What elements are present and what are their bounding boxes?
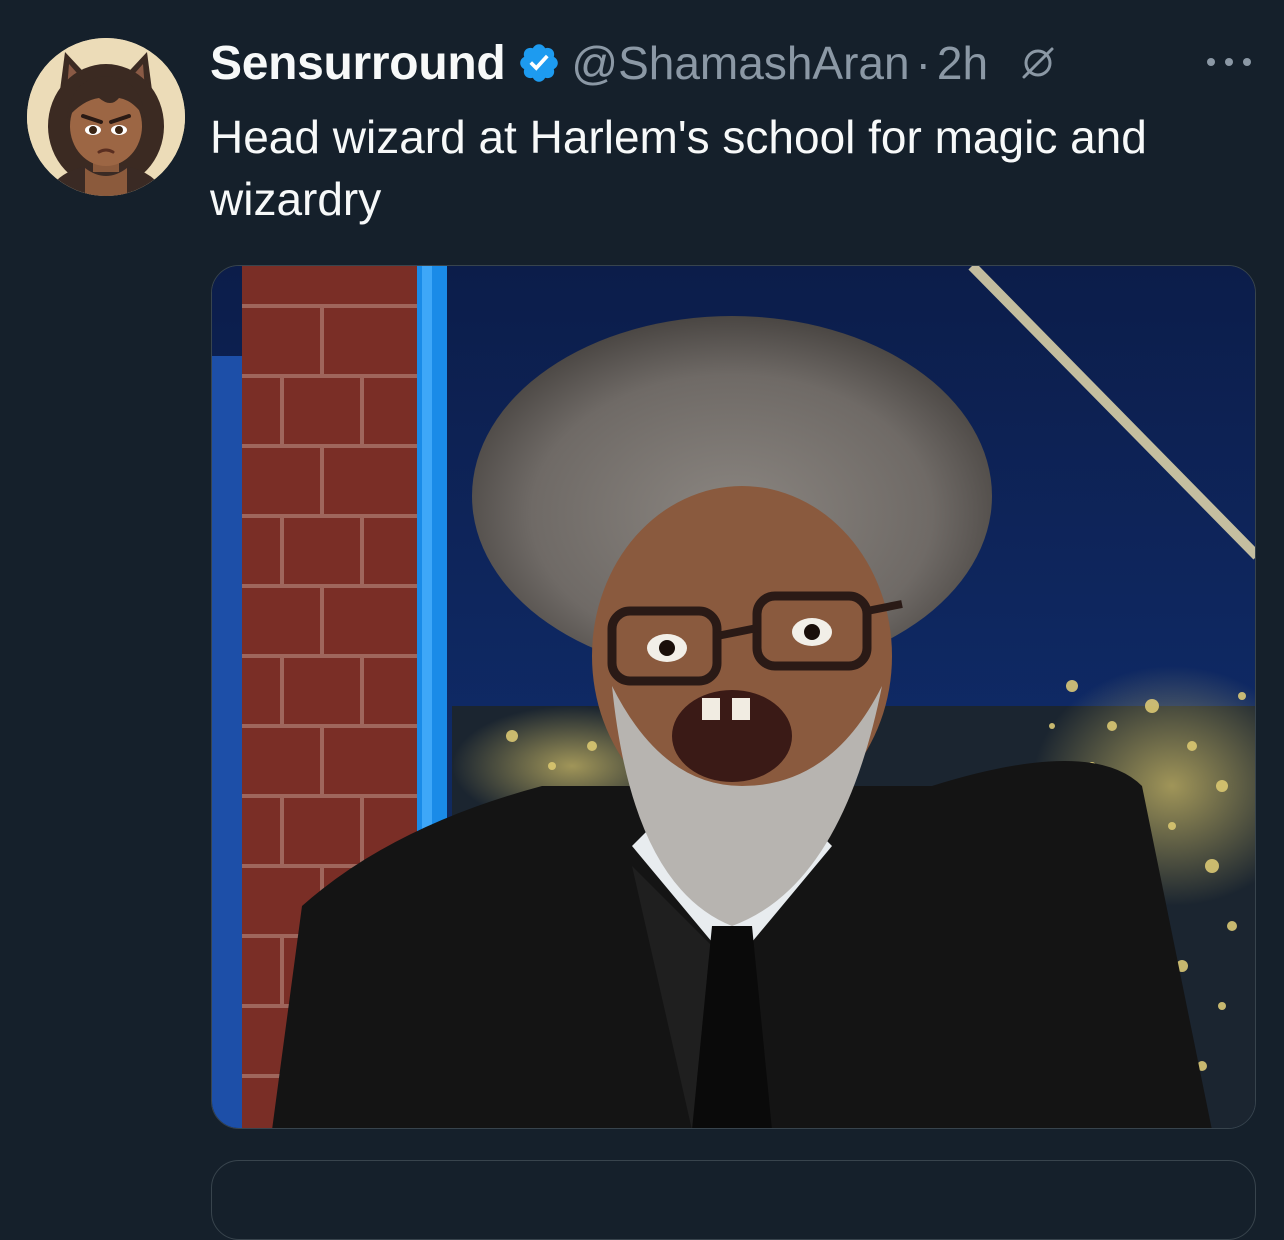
- cat-girl-avatar-icon: [27, 38, 185, 196]
- tweet-header: Sensurround @ShamashAran · 2h: [210, 32, 1058, 94]
- community-notes-icon[interactable]: [1018, 43, 1058, 83]
- tweet[interactable]: Sensurround @ShamashAran · 2h Head wizar…: [0, 0, 1284, 1240]
- tweet-text: Head wizard at Harlem's school for magic…: [210, 111, 1147, 225]
- tweet-media[interactable]: [211, 265, 1256, 1129]
- avatar[interactable]: [27, 38, 185, 196]
- timestamp[interactable]: 2h: [937, 36, 988, 90]
- display-name[interactable]: Sensurround: [210, 36, 506, 91]
- media-photo: [212, 266, 1255, 1128]
- verified-badge-icon[interactable]: [517, 41, 561, 85]
- author-handle[interactable]: @ShamashAran: [571, 36, 909, 90]
- more-options-icon[interactable]: [1202, 44, 1256, 80]
- next-media-card[interactable]: [211, 1160, 1256, 1240]
- separator-dot: ·: [915, 37, 931, 89]
